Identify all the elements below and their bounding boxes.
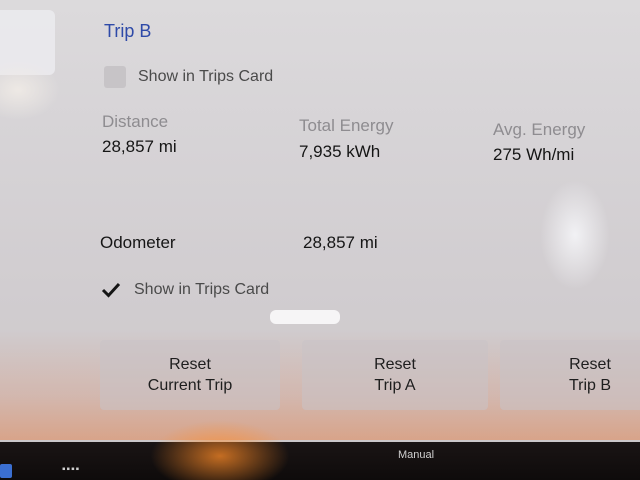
reset-trip-b-button[interactable]: Reset Trip B [500,340,640,410]
trips-screen: Trip B Show in Trips Card Distance 28,85… [0,0,640,480]
screen-glare [0,60,60,120]
distance-label: Distance [102,112,169,131]
checkbox-label: Show in Trips Card [134,281,270,298]
screen-glare [540,180,610,290]
climate-mode-label[interactable]: Manual [398,449,434,461]
odometer-label: Odometer [100,233,176,252]
checkbox-unchecked-icon[interactable] [104,66,126,88]
distance-value: 28,857 mi [102,137,177,156]
checkbox-label: Show in Trips Card [138,68,274,85]
button-label-line2: Trip B [568,377,612,394]
trip-title: Trip B [104,21,152,41]
bottom-bar [0,442,640,480]
button-label-line1: Reset [374,356,416,373]
button-label-line2: Current Trip [147,377,233,394]
avg-energy-label: Avg. Energy [493,120,586,139]
button-label-line1: Reset [169,356,211,373]
reset-current-trip-button[interactable]: Reset Current Trip [100,340,280,410]
checkmark-icon[interactable] [100,279,122,301]
odometer-value: 28,857 mi [303,233,378,252]
reset-trip-a-button[interactable]: Reset Trip A [302,340,488,410]
button-label-line2: Trip A [374,377,416,394]
odometer-show-in-card-checkbox[interactable]: Show in Trips Card [100,279,269,301]
bottom-bar-icon[interactable]: ▪▪▪▪ [62,464,80,475]
total-energy-value: 7,935 kWh [299,142,381,161]
trip-show-in-card-checkbox[interactable]: Show in Trips Card [104,66,273,88]
button-label-line1: Reset [569,356,611,373]
screen-reflection [150,420,290,480]
total-energy-label: Total Energy [299,116,394,135]
avg-energy-value: 275 Wh/mi [493,145,575,164]
screen-glare [270,310,340,324]
app-icon[interactable] [0,464,12,478]
